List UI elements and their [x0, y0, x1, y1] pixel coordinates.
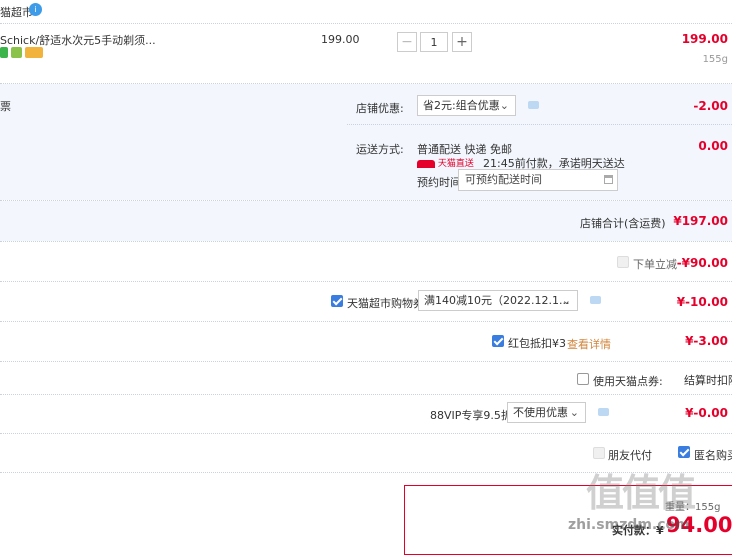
vip-select[interactable]: 不使用优惠 ⌄: [507, 402, 586, 423]
divider: [0, 200, 732, 201]
shop-discount-label: 店铺优惠:: [356, 102, 404, 115]
tmall-direct-logo: 天猫直送: [417, 156, 474, 169]
item-service-tags: [0, 47, 46, 61]
calendar-icon: [604, 175, 613, 184]
quantity-minus-button[interactable]: −: [397, 32, 417, 52]
chevron-down-icon: ⌄: [561, 294, 571, 307]
coupon-select[interactable]: 满140减10元（2022.12.1... ⌄: [418, 290, 578, 311]
store-info-icon[interactable]: i: [29, 3, 42, 16]
coupon-checkbox[interactable]: [331, 295, 343, 307]
chevron-down-icon: ⌄: [499, 99, 509, 112]
card-tag-icon: [25, 47, 43, 58]
service-tag-icon: [0, 47, 8, 58]
divider: [0, 321, 732, 322]
quantity-plus-button[interactable]: +: [452, 32, 472, 52]
red-packet-details-link[interactable]: 查看详情: [567, 336, 611, 352]
delivery-amount: 0.00: [698, 139, 728, 153]
red-packet-label: 红包抵扣¥3: [508, 337, 566, 350]
invoice-label[interactable]: 票: [0, 98, 11, 114]
store-total-amount: ¥197.00: [673, 214, 728, 228]
instant-discount-label: 下单立减: [633, 258, 677, 271]
divider: [0, 433, 732, 434]
delivery-label: 运送方式:: [356, 143, 404, 156]
gift-tag-icon: [11, 47, 22, 58]
points-checkbox[interactable]: [577, 373, 589, 385]
comment-icon[interactable]: [528, 101, 539, 109]
divider: [347, 124, 732, 125]
red-packet-checkbox[interactable]: [492, 335, 504, 347]
schedule-time-input[interactable]: 可预约配送时间: [458, 169, 618, 191]
coupon-label: 天猫超市购物券: [347, 297, 424, 310]
quantity-input[interactable]: 1: [420, 32, 448, 52]
item-weight: 155g: [702, 54, 728, 65]
instant-discount-checkbox: [617, 256, 629, 268]
chevron-down-icon: ⌄: [569, 406, 579, 419]
site-watermark-logo: 值值值: [586, 471, 696, 515]
shop-discount-value: 省2元:组合优惠: [423, 99, 500, 112]
site-watermark-url: zhi.smzdm.com: [568, 517, 690, 533]
divider: [0, 23, 732, 24]
coupon-amount: ¥-10.00: [676, 295, 728, 309]
item-total: 199.00: [681, 32, 728, 46]
comment-icon[interactable]: [590, 296, 601, 304]
points-note: 结算时扣除: [684, 374, 732, 387]
points-label: 使用天猫点券:: [593, 375, 663, 388]
tmall-direct-text: 天猫直送: [437, 159, 474, 169]
schedule-label: 预约时间: [417, 176, 461, 189]
divider: [0, 361, 732, 362]
store-name[interactable]: 猫超市: [0, 4, 33, 20]
friend-pay-label: 朋友代付: [608, 449, 652, 462]
anonymous-label: 匿名购买: [694, 449, 732, 462]
vip-value: 不使用优惠: [513, 406, 568, 419]
tmall-cat-icon: [417, 159, 435, 168]
friend-pay-checkbox: [593, 447, 605, 459]
shop-discount-amount: -2.00: [693, 99, 728, 113]
divider: [0, 394, 732, 395]
vip-amount: ¥-0.00: [685, 406, 728, 420]
unit-price: 199.00: [321, 33, 360, 46]
vip-label: 88VIP专享9.5折: [430, 409, 512, 422]
coupon-value: 满140减10元（2022.12.1...: [424, 294, 570, 307]
comment-icon[interactable]: [598, 408, 609, 416]
divider: [0, 281, 732, 282]
schedule-placeholder: 可预约配送时间: [465, 173, 542, 186]
item-title-link[interactable]: Schick/舒适水次元5手动剃须...: [0, 32, 156, 48]
anonymous-checkbox[interactable]: [678, 446, 690, 458]
shop-discount-select[interactable]: 省2元:组合优惠 ⌄: [417, 95, 516, 116]
divider: [0, 241, 732, 242]
red-packet-amount: ¥-3.00: [685, 334, 728, 348]
instant-discount-amount: -¥90.00: [676, 256, 728, 270]
store-total-label: 店铺合计(含运费): [580, 217, 666, 230]
